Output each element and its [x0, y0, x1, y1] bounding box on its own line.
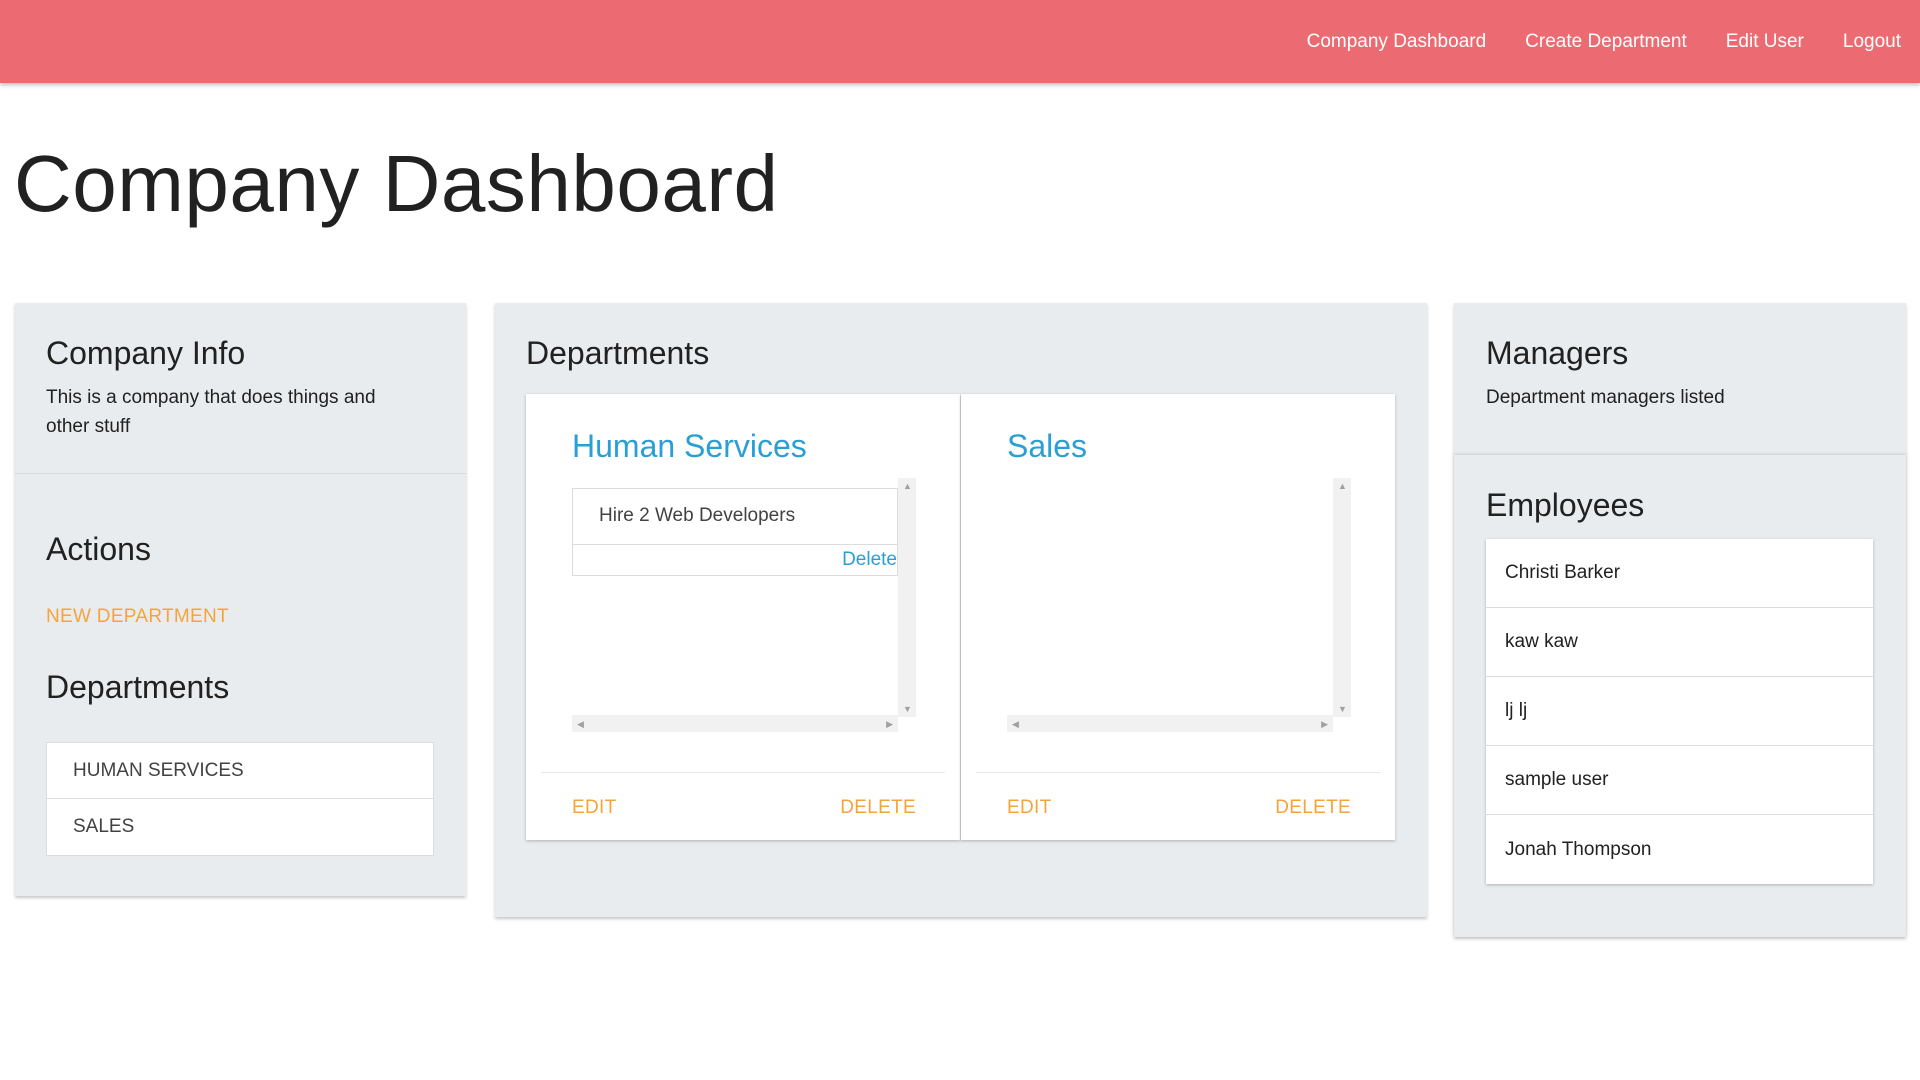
scroll-up-icon[interactable]: ▲ — [903, 481, 912, 491]
company-info-title: Company Info — [46, 335, 246, 371]
scroll-left-icon[interactable]: ◀ — [1012, 719, 1019, 729]
employee-item[interactable]: lj lj — [1486, 677, 1873, 746]
departments-title: Departments — [526, 335, 710, 371]
task-scroll-area: Hire 2 Web Developers Delete ▲ ▼ ◀ ▶ — [572, 478, 916, 732]
scroll-right-icon[interactable]: ▶ — [1321, 719, 1328, 729]
task-scroll-area: ▲ ▼ ◀ ▶ — [1007, 478, 1351, 732]
delete-department-button[interactable]: DELETE — [840, 797, 916, 819]
nav-edit-user[interactable]: Edit User — [1726, 31, 1804, 53]
card-divider — [541, 772, 945, 773]
scroll-left-icon[interactable]: ◀ — [577, 719, 584, 729]
department-card: Human Services Hire 2 Web Developers Del… — [526, 394, 960, 840]
scroll-down-icon[interactable]: ▼ — [1338, 704, 1347, 714]
employee-list: Christi Barker kaw kaw lj lj sample user… — [1486, 539, 1873, 884]
edit-department-button[interactable]: EDIT — [572, 797, 616, 819]
department-card: Sales ▲ ▼ ◀ ▶ EDIT DELETE — [961, 394, 1395, 840]
company-panel: Company Info This is a company that does… — [15, 303, 466, 896]
edit-department-button[interactable]: EDIT — [1007, 797, 1051, 819]
scroll-down-icon[interactable]: ▼ — [903, 704, 912, 714]
managers-subtitle: Department managers listed — [1486, 387, 1725, 408]
sidebar-item-human-services[interactable]: HUMAN SERVICES — [47, 743, 433, 799]
vertical-scrollbar[interactable]: ▲ ▼ — [1333, 478, 1351, 717]
delete-department-button[interactable]: DELETE — [1275, 797, 1351, 819]
scroll-right-icon[interactable]: ▶ — [886, 719, 893, 729]
task-delete-button[interactable]: Delete — [842, 549, 897, 571]
scroll-up-icon[interactable]: ▲ — [1338, 481, 1347, 491]
horizontal-scrollbar[interactable]: ◀ ▶ — [572, 715, 898, 732]
employee-item[interactable]: kaw kaw — [1486, 608, 1873, 677]
employee-item[interactable]: sample user — [1486, 746, 1873, 815]
panel-divider — [15, 473, 466, 474]
sidebar-departments-title: Departments — [46, 669, 230, 705]
department-name[interactable]: Human Services — [572, 428, 807, 465]
task-item: Hire 2 Web Developers Delete — [572, 488, 898, 576]
employees-panel: Employees Christi Barker kaw kaw lj lj s… — [1454, 455, 1906, 937]
managers-panel: Managers Department managers listed Empl… — [1454, 303, 1906, 937]
page-title: Company Dashboard — [14, 139, 779, 228]
department-name[interactable]: Sales — [1007, 428, 1087, 465]
nav-logout[interactable]: Logout — [1843, 31, 1901, 53]
horizontal-scrollbar[interactable]: ◀ ▶ — [1007, 715, 1333, 732]
employees-title: Employees — [1486, 487, 1645, 523]
vertical-scrollbar[interactable]: ▲ ▼ — [898, 478, 916, 717]
nav-company-dashboard[interactable]: Company Dashboard — [1307, 31, 1487, 53]
sidebar-department-list: HUMAN SERVICES SALES — [46, 742, 434, 856]
task-divider — [573, 544, 897, 545]
card-divider — [976, 772, 1380, 773]
sidebar-item-sales[interactable]: SALES — [47, 799, 433, 855]
top-navbar: Company Dashboard Create Department Edit… — [0, 0, 1920, 83]
departments-panel: Departments Human Services Hire 2 Web De… — [495, 303, 1427, 917]
managers-title: Managers — [1486, 335, 1629, 371]
actions-title: Actions — [46, 531, 151, 567]
company-description: This is a company that does things and o… — [46, 387, 376, 437]
new-department-button[interactable]: NEW DEPARTMENT — [46, 606, 229, 628]
task-text: Hire 2 Web Developers — [599, 505, 796, 526]
nav-create-department[interactable]: Create Department — [1525, 31, 1687, 53]
nav-links: Company Dashboard Create Department Edit… — [1268, 0, 1901, 83]
employee-item[interactable]: Christi Barker — [1486, 539, 1873, 608]
employee-item[interactable]: Jonah Thompson — [1486, 815, 1873, 884]
